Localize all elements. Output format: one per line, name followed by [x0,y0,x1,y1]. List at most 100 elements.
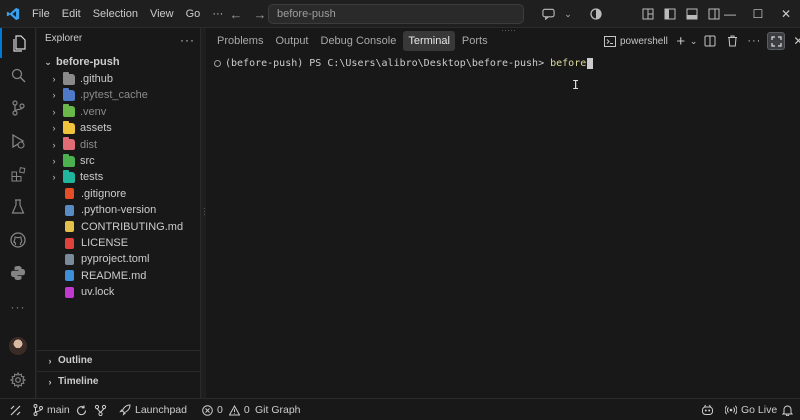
more-views-icon[interactable]: ··· [0,292,36,322]
back-arrow-icon[interactable]: ← [228,7,244,22]
tab-terminal[interactable]: Terminal [403,31,455,51]
file-item[interactable]: CONTRIBUTING.md [37,219,201,235]
activity-bar: ··· [0,28,36,398]
customize-layout-icon[interactable] [638,0,658,28]
file-icon [65,204,74,216]
folder-item[interactable]: › .pytest_cache [37,87,201,103]
terminal-line[interactable]: (before-push) PS C:\Users\alibro\Desktop… [214,58,594,69]
folder-item[interactable]: › src [37,153,201,169]
toggle-panel-icon[interactable] [682,0,702,28]
command-center-search[interactable]: before-push [268,4,524,24]
folder-icon [63,169,75,183]
error-icon [202,404,213,416]
tree-item-label: LICENSE [81,237,129,249]
problems-status[interactable]: 0 0 [202,399,250,420]
vscode-logo-icon [0,0,26,28]
extensions-icon[interactable] [0,159,36,189]
file-item[interactable]: uv.lock [37,284,201,300]
python-icon[interactable] [0,258,36,288]
timeline-section[interactable]: › Timeline [37,371,201,391]
folder-icon [63,87,75,101]
new-terminal-plus-icon[interactable]: + [672,31,690,51]
run-debug-icon[interactable] [0,126,36,156]
file-icon [65,270,74,282]
window-controls: — ☐ ✕ [716,0,800,28]
terminal-prompt: (before-push) PS C:\Users\alibro\Desktop… [225,58,551,69]
outline-label: Outline [58,355,93,366]
tree-item-label: .gitignore [81,187,127,200]
close-window-icon[interactable]: ✕ [772,0,800,28]
chevron-right-icon: › [48,376,52,387]
tab-problems[interactable]: Problems [212,31,268,51]
menu-selection[interactable]: Selection [87,0,144,28]
explorer-more-actions[interactable]: ··· [180,33,195,49]
file-item[interactable]: LICENSE [37,235,201,251]
broadcast-icon [725,405,737,415]
folder-item[interactable]: › assets [37,120,201,136]
chevron-down-icon[interactable]: ⌄ [558,0,578,28]
search-icon[interactable] [0,60,36,90]
tab-debug-console[interactable]: Debug Console [316,31,402,51]
title-actions: ⌄ [538,0,606,28]
folder-item[interactable]: › .venv [37,104,201,120]
menu-file[interactable]: File [26,0,56,28]
git-graph-button[interactable]: Git Graph [255,399,301,420]
menu-view[interactable]: View [144,0,180,28]
minimize-icon[interactable]: — [716,0,744,28]
settings-gear-icon[interactable] [0,365,36,395]
chevron-right-icon: › [48,355,52,366]
source-control-icon[interactable] [0,93,36,123]
explorer-icon[interactable] [0,28,36,58]
chevron-right-icon: › [52,90,56,101]
menu-more[interactable]: ··· [206,0,229,28]
file-item[interactable]: pyproject.toml [37,251,201,267]
menu-edit[interactable]: Edit [56,0,87,28]
toggle-primary-sidebar-icon[interactable] [660,0,680,28]
workspace-root-folder[interactable]: ⌄ before-push [37,54,201,70]
file-item[interactable]: README.md [37,268,201,284]
file-icon [65,188,74,200]
file-item[interactable]: .python-version [37,202,201,218]
file-item[interactable]: .gitignore [37,186,201,202]
testing-flask-icon[interactable] [0,192,36,222]
launchpad-status[interactable]: Launchpad [119,399,187,420]
trash-icon[interactable] [723,31,741,51]
more-actions-icon[interactable]: ··· [745,31,763,51]
copilot-chat-icon[interactable] [538,0,558,28]
maximize-icon[interactable]: ☐ [744,0,772,28]
tree-item-label: uv.lock [81,286,115,299]
menu-go[interactable]: Go [180,0,207,28]
chevron-down-icon[interactable]: ⌄ [690,31,698,51]
split-terminal-icon[interactable] [701,31,719,51]
panel-drag-handle[interactable]: ····· [501,25,516,35]
file-icon [65,253,74,265]
branch-status[interactable]: main [33,399,87,420]
warning-count: 0 [243,404,250,416]
terminal-profile-selector[interactable]: powershell [604,31,668,51]
remote-indicator-icon[interactable] [10,399,21,420]
panel-tabs: Problems Output Debug Console Terminal P… [212,31,495,51]
warning-icon [228,404,240,415]
tree-item-label: tests [80,171,104,184]
copilot-icon[interactable] [701,399,714,420]
folder-icon [63,153,75,167]
maximize-panel-icon[interactable] [767,32,786,50]
terminal-icon [604,35,616,47]
github-icon[interactable] [0,225,36,255]
folder-item[interactable]: › tests [37,169,201,185]
bell-icon[interactable] [782,399,793,420]
folder-item[interactable]: › .github [37,71,201,87]
root-folder-label: before-push [56,56,120,68]
outline-section[interactable]: › Outline [37,350,201,370]
chevron-right-icon: › [52,172,56,183]
tab-ports[interactable]: Ports [457,31,493,51]
accounts-sync-icon[interactable] [586,0,606,28]
tree-item-label: dist [80,138,98,151]
tab-output[interactable]: Output [270,31,313,51]
forward-arrow-icon[interactable]: → [252,7,268,22]
folder-item[interactable]: › dist [37,137,201,153]
avatar[interactable] [0,331,36,361]
close-panel-icon[interactable]: ✕ [789,31,800,51]
git-graph-branches-icon[interactable] [94,399,107,420]
go-live-button[interactable]: Go Live [725,399,777,420]
